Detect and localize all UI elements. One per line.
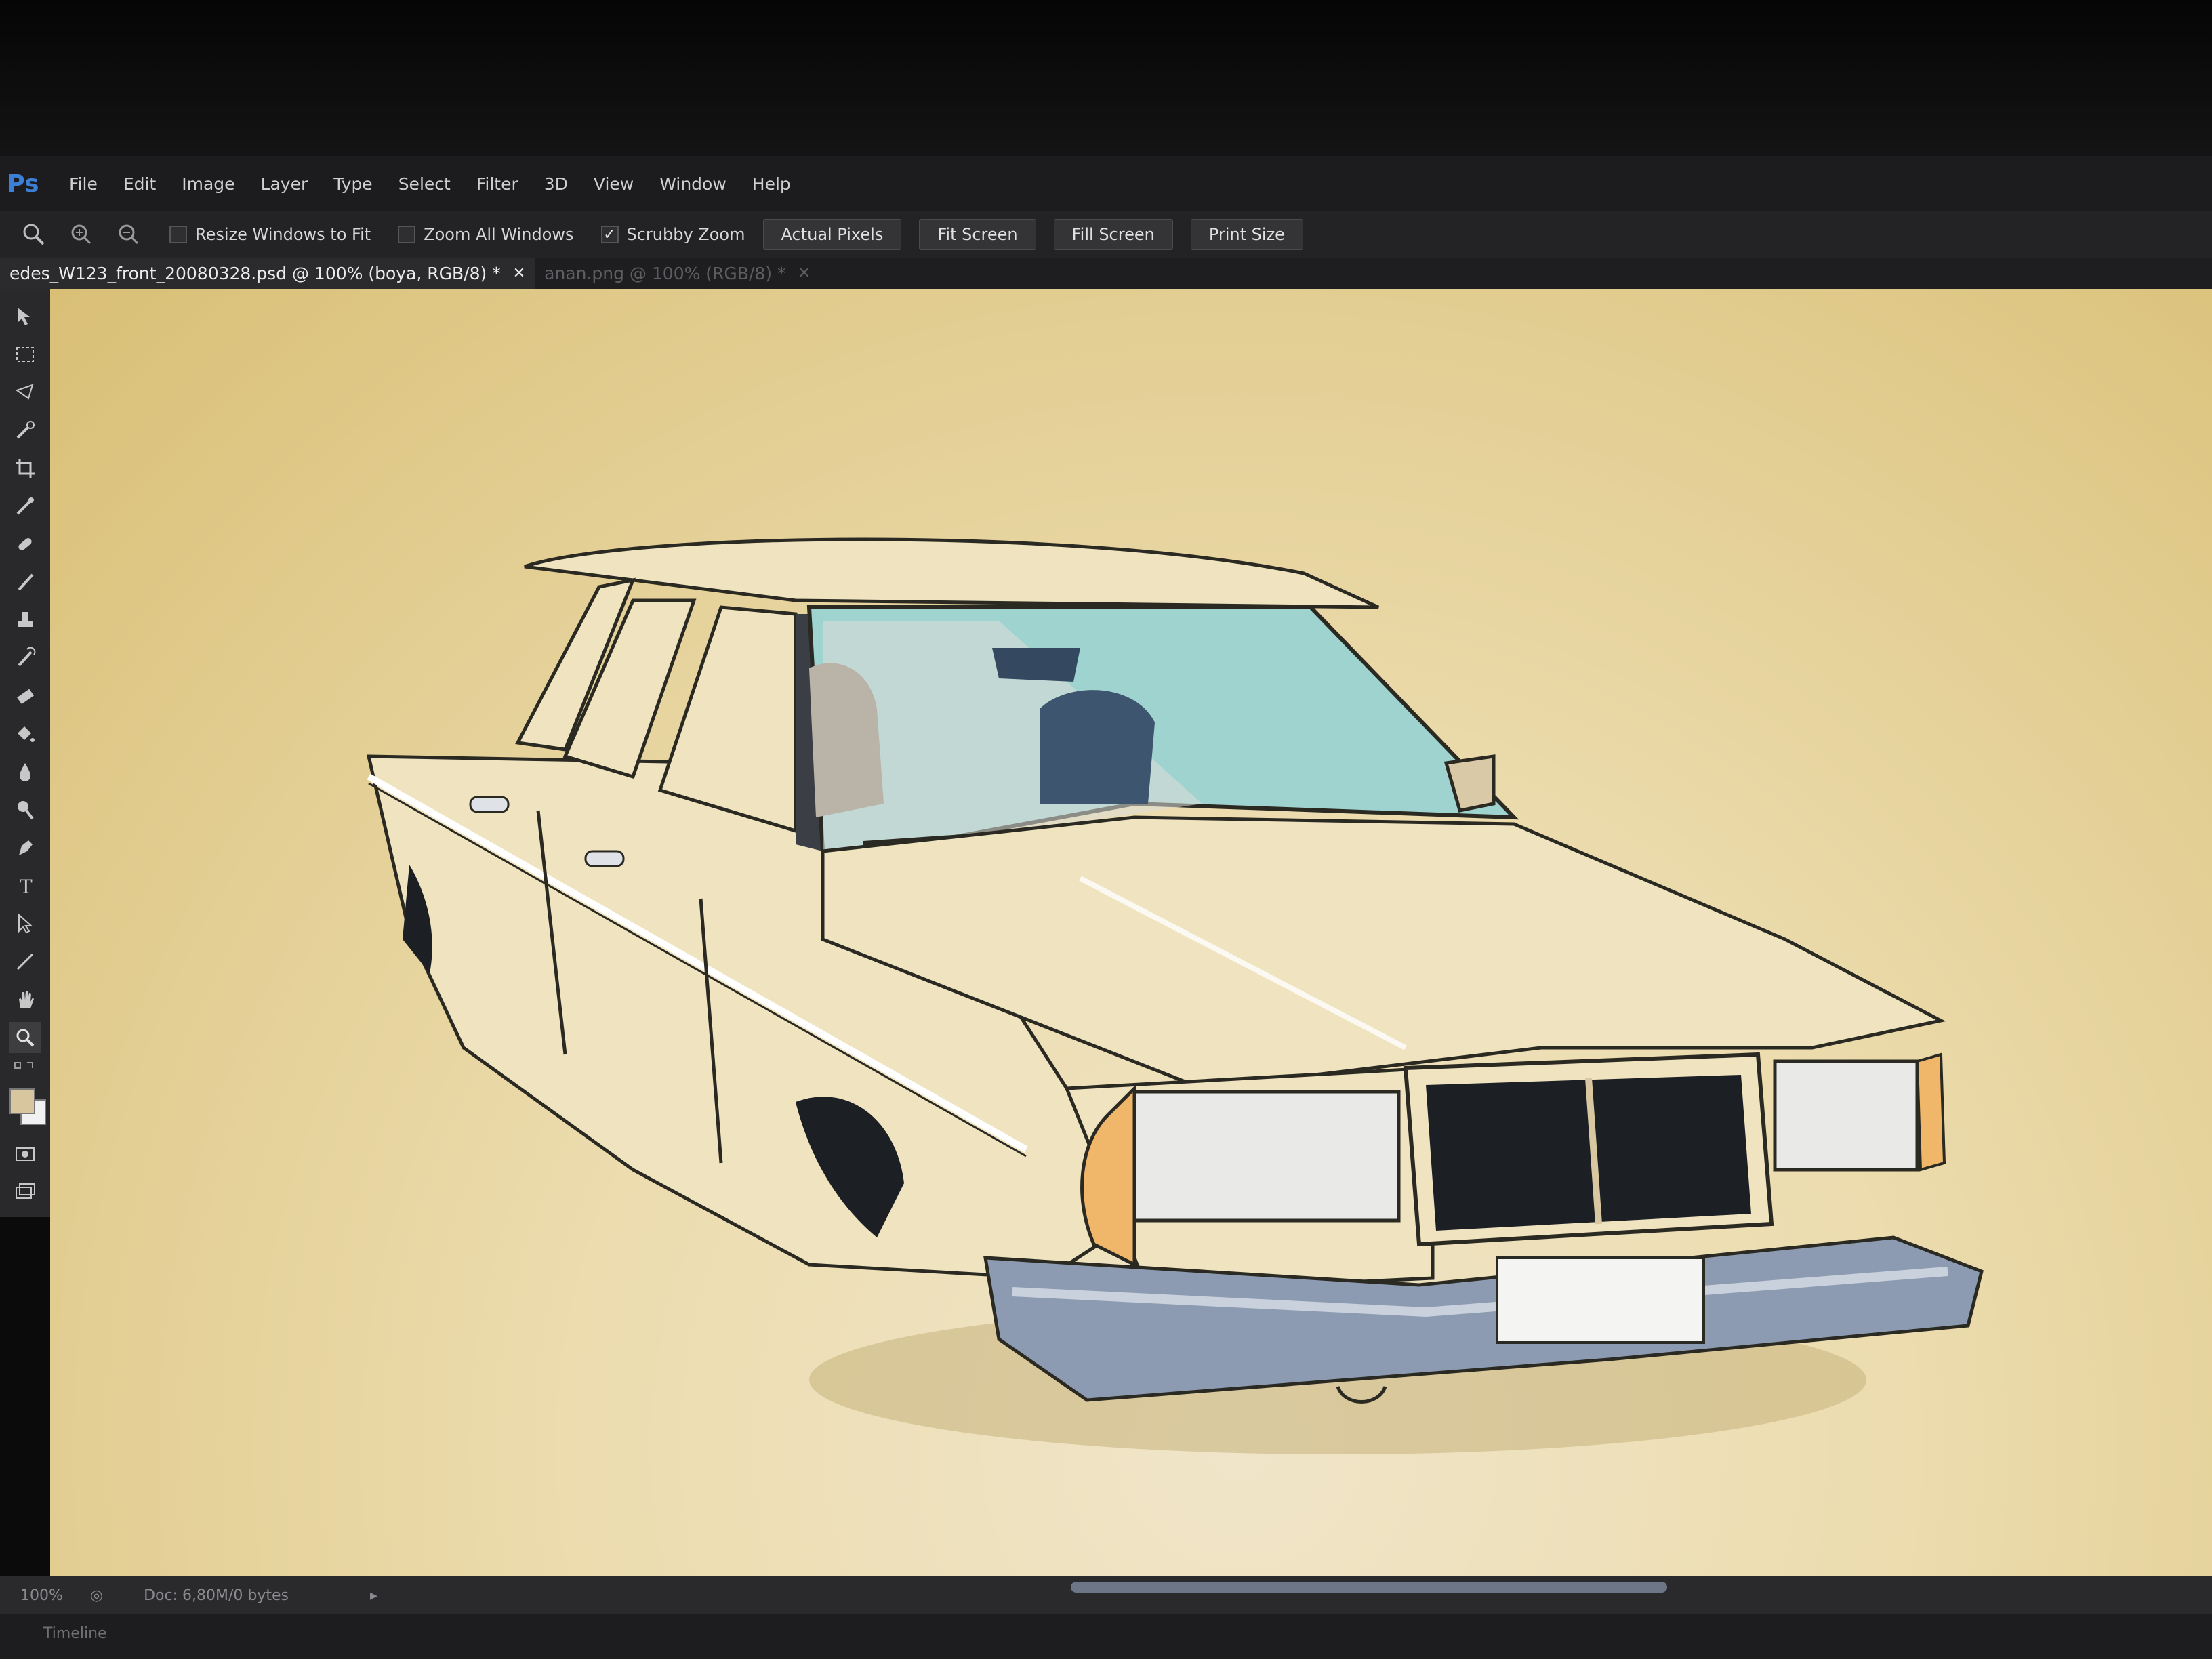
zoom-all-windows-checkbox[interactable]: Zoom All Windows xyxy=(398,225,574,244)
move-icon[interactable] xyxy=(9,301,41,332)
close-icon[interactable]: ✕ xyxy=(513,265,525,282)
quick-select-icon[interactable] xyxy=(9,415,41,446)
tab-title: edes_W123_front_20080328.psd @ 100% (boy… xyxy=(9,263,501,283)
doc-size: Doc: 6,80M/0 bytes xyxy=(144,1586,289,1604)
menu-type[interactable]: Type xyxy=(333,174,372,194)
zoom-icon[interactable] xyxy=(9,1022,41,1053)
zoom-in-icon[interactable] xyxy=(68,221,95,248)
horizontal-scrollbar[interactable] xyxy=(1071,1582,1667,1593)
menu-window[interactable]: Window xyxy=(659,174,726,194)
bucket-icon[interactable] xyxy=(9,718,41,750)
hand-icon[interactable] xyxy=(9,984,41,1015)
zoom-tool-preset-icon[interactable] xyxy=(20,221,47,248)
fit-screen-button[interactable]: Fit Screen xyxy=(919,219,1036,250)
document-tab-bar: edes_W123_front_20080328.psd @ 100% (boy… xyxy=(0,258,2212,289)
menu-filter[interactable]: Filter xyxy=(476,174,518,194)
checkmark-icon[interactable]: ✓ xyxy=(600,226,619,243)
line-icon[interactable] xyxy=(9,946,41,977)
status-bar: 100% ◎ Doc: 6,80M/0 bytes ▸ xyxy=(0,1576,2212,1614)
menu-bar: Ps File Edit Image Layer Type Select Fil… xyxy=(0,156,2212,211)
history-brush-icon[interactable] xyxy=(9,642,41,674)
document-tab-inactive[interactable]: anan.png @ 100% (RGB/8) * ✕ xyxy=(535,258,820,289)
tools-panel: T xyxy=(0,289,51,1217)
eraser-icon[interactable] xyxy=(9,680,41,712)
fill-screen-button[interactable]: Fill Screen xyxy=(1053,219,1173,250)
type-icon[interactable]: T xyxy=(9,870,41,901)
svg-text:T: T xyxy=(20,876,33,897)
menu-help[interactable]: Help xyxy=(752,174,791,194)
scrubby-zoom-label: Scrubby Zoom xyxy=(626,225,745,244)
timeline-label[interactable]: Timeline xyxy=(43,1625,107,1642)
document-tab-active[interactable]: edes_W123_front_20080328.psd @ 100% (boy… xyxy=(0,258,535,289)
actual-pixels-button[interactable]: Actual Pixels xyxy=(762,219,902,250)
status-menu-arrow-icon[interactable]: ▸ xyxy=(370,1587,377,1604)
timeline-panel: Timeline xyxy=(0,1614,2212,1659)
close-icon[interactable]: ✕ xyxy=(798,265,810,282)
menu-3d[interactable]: 3D xyxy=(544,174,568,194)
options-bar: Resize Windows to Fit Zoom All Windows ✓… xyxy=(0,211,2212,258)
foreground-color-swatch[interactable] xyxy=(9,1088,35,1114)
quick-mask-icon[interactable] xyxy=(9,1139,41,1170)
menu-view[interactable]: View xyxy=(594,174,634,194)
status-info-icon[interactable]: ◎ xyxy=(90,1587,103,1604)
photoshop-logo-icon[interactable]: Ps xyxy=(3,163,43,204)
zoom-level[interactable]: 100% xyxy=(20,1587,63,1604)
screen-mode-icon[interactable] xyxy=(9,1176,41,1208)
checkbox-box[interactable] xyxy=(169,226,187,243)
screen-bezel xyxy=(0,0,2212,156)
menu-image[interactable]: Image xyxy=(182,174,234,194)
stamp-icon[interactable] xyxy=(9,605,41,636)
resize-windows-label: Resize Windows to Fit xyxy=(195,225,371,244)
checkbox-box[interactable] xyxy=(398,226,416,243)
blur-icon[interactable] xyxy=(9,756,41,787)
menu-edit[interactable]: Edit xyxy=(123,174,156,194)
menu-file[interactable]: File xyxy=(69,174,98,194)
document-canvas[interactable] xyxy=(50,289,2212,1576)
swap-colors-icon[interactable] xyxy=(9,1057,41,1079)
healing-icon[interactable] xyxy=(9,529,41,560)
zoom-all-windows-label: Zoom All Windows xyxy=(424,225,574,244)
dodge-icon[interactable] xyxy=(9,794,41,825)
path-select-icon[interactable] xyxy=(9,908,41,939)
menu-layer[interactable]: Layer xyxy=(261,174,308,194)
brush-icon[interactable] xyxy=(9,567,41,598)
crop-icon[interactable] xyxy=(9,453,41,484)
eyedropper-icon[interactable] xyxy=(9,491,41,522)
pen-icon[interactable] xyxy=(9,832,41,863)
menu-select[interactable]: Select xyxy=(398,174,451,194)
resize-windows-checkbox[interactable]: Resize Windows to Fit xyxy=(169,225,371,244)
lasso-icon[interactable] xyxy=(9,377,41,408)
print-size-button[interactable]: Print Size xyxy=(1190,219,1303,250)
zoom-out-icon[interactable] xyxy=(115,221,142,248)
car-illustration xyxy=(366,537,1984,1454)
scrubby-zoom-checkbox[interactable]: ✓ Scrubby Zoom xyxy=(600,225,745,244)
tab-title: anan.png @ 100% (RGB/8) * xyxy=(544,263,786,283)
marquee-icon[interactable] xyxy=(9,339,41,370)
